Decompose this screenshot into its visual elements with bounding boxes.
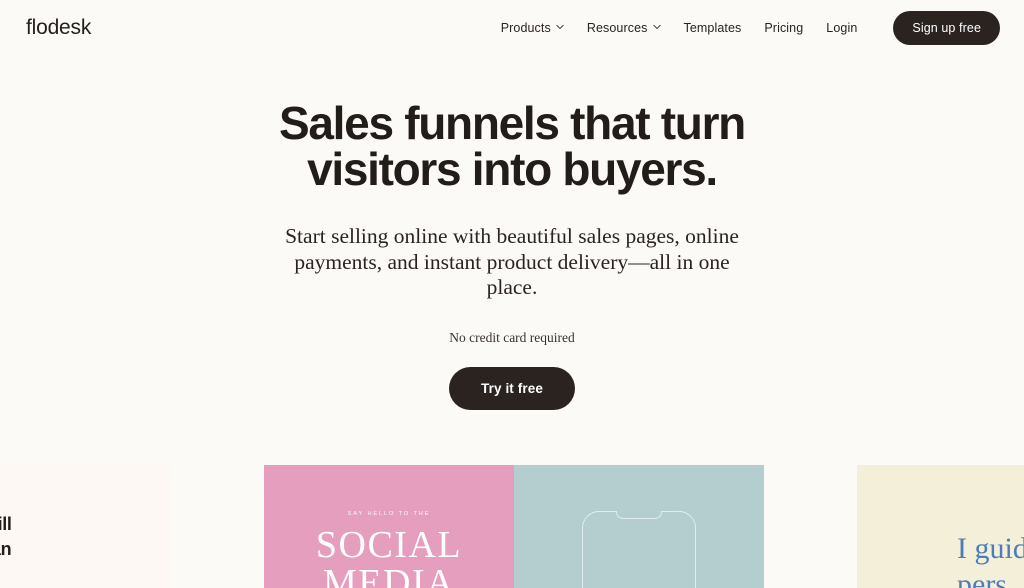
hero-section: Sales funnels that turn visitors into bu… <box>0 56 1024 410</box>
chevron-down-icon <box>652 23 661 31</box>
nav-item-pricing[interactable]: Pricing <box>764 21 803 35</box>
nav-item-resources[interactable]: Resources <box>587 21 661 35</box>
primary-navigation: Products Resources Templates Pricing Log… <box>501 11 1000 45</box>
sign-up-free-button[interactable]: Sign up free <box>893 11 1000 45</box>
page-title: Sales funnels that turn visitors into bu… <box>192 100 832 192</box>
hero-title-line-1: Sales funnels that turn <box>279 97 746 149</box>
nav-item-label: Resources <box>586 21 648 35</box>
hero-title-line-2: visitors into buyers. <box>307 143 718 195</box>
showcase-card-kicker: SAY HELLO TO THE <box>347 511 431 517</box>
try-it-free-button[interactable]: Try it free <box>449 366 575 410</box>
nav-item-label: Templates <box>683 21 742 35</box>
phone-mockup-icon <box>582 511 696 588</box>
nav-item-login[interactable]: Login <box>826 21 857 35</box>
nav-item-label: Login <box>826 21 858 35</box>
brand-logo[interactable]: flodesk <box>26 16 91 40</box>
showcase-card-left[interactable]: llo to a ence that will nome into an <box>0 465 171 588</box>
site-header: flodesk Products Resources Templates Pri… <box>0 0 1024 56</box>
no-credit-card-note: No credit card required <box>449 329 575 345</box>
showcase-card-phone[interactable] <box>514 465 764 588</box>
chevron-down-icon <box>556 23 564 31</box>
nav-item-label: Products <box>500 21 551 35</box>
showcase-card-headline: SOCIAL MEDIA <box>315 524 463 588</box>
template-showcase-strip: llo to a ence that will nome into an SAY… <box>0 465 1024 588</box>
nav-item-templates[interactable]: Templates <box>684 21 742 35</box>
nav-item-label: Pricing <box>764 21 804 35</box>
hero-subtitle: Start selling online with beautiful sale… <box>285 224 739 299</box>
phone-notch <box>616 511 662 519</box>
nav-item-products[interactable]: Products <box>501 21 564 35</box>
showcase-card-cream[interactable]: I guid pers <box>857 465 1024 588</box>
showcase-card-left-text: llo to a ence that will nome into an <box>0 514 12 559</box>
showcase-card-social-media[interactable]: SAY HELLO TO THE SOCIAL MEDIA <box>264 465 514 588</box>
showcase-card-cream-text: I guid pers <box>957 532 1024 588</box>
